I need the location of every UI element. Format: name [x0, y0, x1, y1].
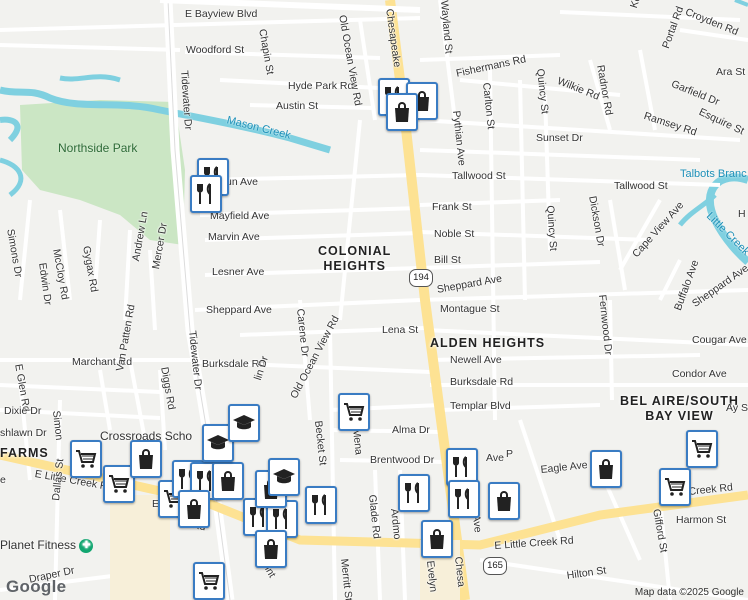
bag-marker[interactable] — [212, 462, 244, 500]
neighborhood-alden-heights: ALDEN HEIGHTS — [430, 336, 546, 350]
map-attribution[interactable]: Map data ©2025 Google — [635, 587, 744, 598]
creek-branch-water-3 — [59, 74, 121, 83]
school-icon — [232, 411, 256, 435]
bag-icon — [492, 489, 516, 513]
creek-branch-water — [0, 116, 21, 143]
street-ara: Ara St — [716, 66, 746, 78]
street-frank: Frank St — [432, 201, 472, 213]
shopping-cart-marker[interactable] — [338, 393, 370, 431]
street-e-bayview: E Bayview Blvd — [185, 8, 258, 20]
google-logo[interactable]: Google — [6, 577, 66, 597]
shopping-cart-marker[interactable] — [193, 562, 225, 600]
bag-marker[interactable] — [488, 482, 520, 520]
shopping-cart-marker[interactable] — [659, 468, 691, 506]
park-label-northside: Northside Park — [58, 141, 138, 155]
street-dixie: Dixie Dr — [4, 405, 42, 417]
shopping-cart-marker[interactable] — [686, 430, 718, 468]
shopping-cart-icon — [107, 472, 131, 496]
school-icon — [272, 465, 296, 489]
street-woodford: Woodford St — [186, 44, 245, 56]
bag-marker[interactable] — [178, 490, 210, 528]
bag-icon — [390, 100, 414, 124]
school-marker[interactable] — [268, 458, 300, 496]
street-brentwood: Brentwood Dr — [370, 454, 435, 466]
street-e-fragment-2: e — [0, 474, 6, 486]
street-sunset: Sunset Dr — [536, 132, 583, 144]
street-harmon: Harmon St — [676, 514, 727, 526]
street-hyde-park: Hyde Park Rd — [288, 80, 354, 92]
street-h-fragment: H — [738, 208, 746, 220]
street-lena: Lena St — [382, 324, 419, 336]
street-newell: Newell Ave — [450, 354, 502, 366]
route-shield-165: 165 — [483, 557, 507, 575]
neighborhood-bel-aire: BEL AIRE/SOUTH BAY VIEW — [620, 394, 739, 423]
neighborhood-colonial-heights: COLONIAL HEIGHTS — [318, 244, 392, 273]
shopping-cart-icon — [690, 437, 714, 461]
bag-icon — [182, 497, 206, 521]
bag-marker[interactable] — [421, 520, 453, 558]
restaurant-icon — [194, 182, 218, 206]
restaurant-marker[interactable] — [398, 474, 430, 512]
school-marker[interactable] — [228, 404, 260, 442]
water-label-talbots-branch: Talbots Branc — [680, 168, 747, 180]
bag-icon — [594, 457, 618, 481]
bag-marker[interactable] — [590, 450, 622, 488]
street-montague: Montague St — [440, 303, 500, 315]
street-mena: Mena — [350, 428, 365, 456]
bag-marker[interactable] — [386, 93, 418, 131]
street-marvin: Marvin Ave — [208, 231, 260, 243]
shopping-cart-icon — [74, 447, 98, 471]
school-icon — [206, 431, 230, 455]
bag-icon — [134, 447, 158, 471]
street-ave-fragment: Ave — [486, 452, 504, 464]
restaurant-icon — [452, 487, 476, 511]
creek-branch-water-2 — [0, 157, 24, 197]
street-templar: Templar Blvd — [450, 400, 511, 412]
shopping-cart-icon — [663, 475, 687, 499]
street-un-ave: un Ave — [226, 176, 258, 188]
restaurant-icon — [402, 481, 426, 505]
restaurant-icon — [450, 455, 474, 479]
street-alma: Alma Dr — [392, 424, 430, 436]
bag-icon — [259, 537, 283, 561]
street-bill: Bill St — [434, 254, 461, 266]
route-shield-194: 194 — [409, 269, 433, 287]
shopping-cart-marker[interactable] — [70, 440, 102, 478]
street-shlawn: shlawn Dr — [0, 427, 47, 439]
bag-marker[interactable] — [130, 440, 162, 478]
bag-marker[interactable] — [255, 530, 287, 568]
street-noble: Noble St — [434, 228, 475, 240]
street-condor: Condor Ave — [672, 368, 727, 380]
neighborhood-farms: FARMS — [0, 446, 49, 460]
street-cougar: Cougar Ave — [692, 334, 747, 346]
fitness-icon: ✚ — [79, 538, 94, 553]
shopping-cart-icon — [342, 400, 366, 424]
shopping-cart-icon — [197, 569, 221, 593]
street-sheppard-ave-left: Sheppard Ave — [206, 304, 272, 316]
poi-label-planet-fitness: Planet Fitness ✚ — [0, 538, 94, 553]
street-tallwood-2: Tallwood St — [614, 180, 668, 192]
map-canvas[interactable]: COLONIAL HEIGHTS ALDEN HEIGHTS BEL AIRE/S… — [0, 0, 748, 600]
street-p-fragment: P — [506, 448, 514, 460]
street-burksdale-2: Burksdale Rd — [450, 376, 514, 388]
restaurant-icon — [270, 507, 294, 531]
restaurant-marker[interactable] — [190, 175, 222, 213]
restaurant-marker[interactable] — [448, 480, 480, 518]
bag-icon — [425, 527, 449, 551]
street-lesner: Lesner Ave — [212, 266, 265, 278]
restaurant-icon — [309, 493, 333, 517]
street-tallwood: Tallwood St — [452, 170, 506, 182]
restaurant-marker[interactable] — [305, 486, 337, 524]
street-austin: Austin St — [276, 100, 319, 112]
street-ay-fragment: Ay S — [726, 402, 748, 414]
bag-icon — [216, 469, 240, 493]
